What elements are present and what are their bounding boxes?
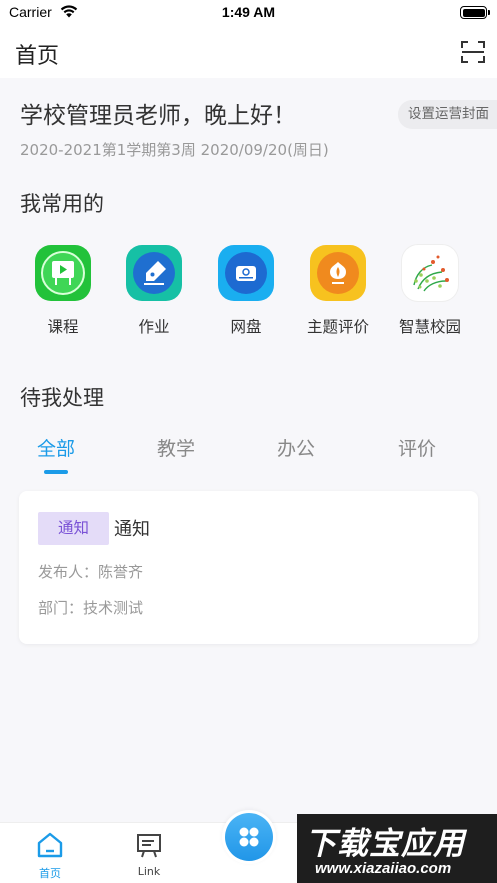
pending-section-title: 待我处理 [20, 386, 104, 410]
scan-icon[interactable] [461, 41, 485, 63]
clock: 1:49 AM [221, 4, 276, 20]
tabbar-label: 首页 [39, 867, 61, 880]
greeting-text: 学校管理员老师，晚上好！ [20, 103, 296, 129]
tabbar-label: Link [137, 865, 161, 878]
theme-evaluation-icon [310, 245, 366, 301]
notice-card[interactable]: 通知 通知 发布人：陈誉齐 部门：技术测试 [19, 491, 478, 644]
watermark-sub: www.xiazaiiao.com [315, 860, 452, 877]
watermark-logo: 下载宝应用 www.xiazaiiao.com [297, 814, 497, 883]
tab-teaching[interactable]: 教学 [131, 434, 221, 461]
shortcut-homework[interactable]: 作业 [110, 245, 198, 337]
apps-grid-icon [239, 827, 259, 847]
notice-badge: 通知 [38, 512, 109, 545]
shortcut-label: 主题评价 [306, 318, 369, 336]
shortcut-label: 智慧校园 [398, 318, 461, 336]
semester-info: 2020-2021第1学期第3周 2020/09/20(周日) [20, 141, 329, 159]
shortcut-theme-evaluation[interactable]: 主题评价 [294, 245, 382, 337]
pending-tabs: 全部 教学 办公 评价 [0, 430, 497, 476]
notice-publisher: 发布人：陈誉齐 [38, 563, 144, 581]
shortcut-course[interactable]: 课程 [19, 245, 107, 337]
active-tab-indicator [44, 470, 68, 474]
page-title: 首页 [15, 44, 60, 69]
tab-evaluation[interactable]: 评价 [372, 434, 462, 461]
cloud-disk-icon [218, 245, 274, 301]
watermark-main: 下载宝应用 [305, 826, 465, 862]
shortcut-label: 网盘 [230, 318, 262, 336]
nav-bar: 首页 [0, 26, 497, 78]
notice-title: 通知 [114, 519, 150, 540]
apps-center-button[interactable] [222, 810, 276, 864]
notice-department: 部门：技术测试 [38, 599, 144, 617]
smart-campus-icon [402, 245, 458, 301]
status-bar: Carrier 1:49 AM [0, 0, 497, 26]
battery-icon [460, 6, 490, 19]
shortcut-smart-campus[interactable]: 智慧校园 [386, 245, 474, 337]
link-board-icon [137, 834, 161, 858]
shortcut-label: 课程 [47, 318, 79, 336]
home-icon [37, 832, 63, 858]
homework-icon [126, 245, 182, 301]
tab-all[interactable]: 全部 [11, 434, 101, 461]
shortcut-label: 作业 [138, 318, 170, 336]
tabbar-link[interactable]: Link [119, 831, 179, 878]
frequent-section-title: 我常用的 [20, 192, 104, 216]
shortcut-cloud-disk[interactable]: 网盘 [202, 245, 290, 337]
tabbar-home[interactable]: 首页 [20, 831, 80, 881]
shortcut-grid: 课程 作业 网盘 主题评价 智慧校园 [19, 245, 479, 345]
course-icon [35, 245, 91, 301]
set-cover-button[interactable]: 设置运营封面 [398, 100, 497, 129]
tab-office[interactable]: 办公 [251, 434, 341, 461]
